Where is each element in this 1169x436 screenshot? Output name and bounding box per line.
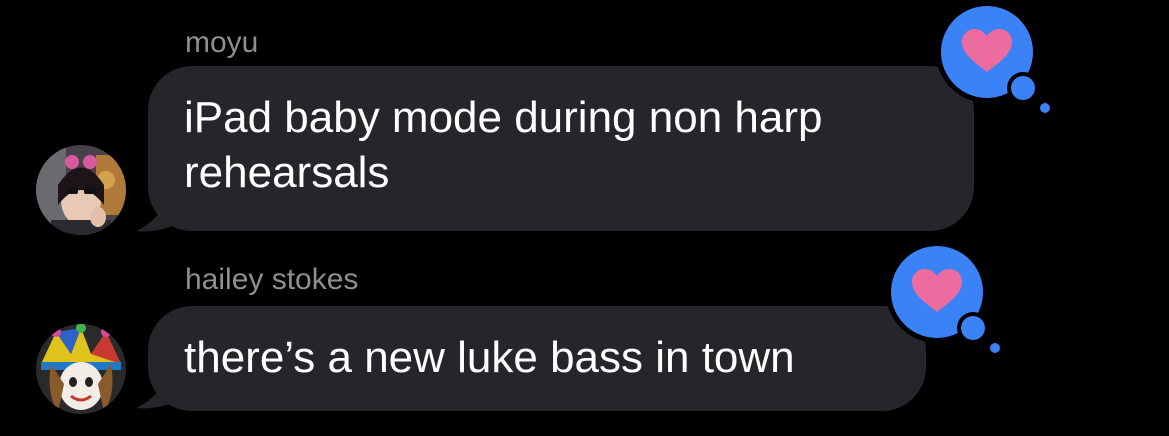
avatar-photo [36, 145, 126, 235]
message-group-hailey-stokes: hailey stokes there’s a new luke bass in… [0, 240, 1169, 436]
avatar-photo [36, 324, 126, 414]
tapback-reaction[interactable] [885, 240, 1005, 360]
message-text-line: iPad baby mode during non harp [184, 93, 823, 142]
sender-name: moyu [185, 26, 259, 59]
message-bubble[interactable]: there’s a new luke bass in town [148, 306, 926, 411]
avatar[interactable] [36, 324, 126, 414]
message-bubble[interactable]: iPad baby mode during non harp rehearsal… [148, 66, 974, 231]
tapback-reaction[interactable] [935, 0, 1055, 120]
avatar[interactable] [36, 145, 126, 235]
sender-name: hailey stokes [185, 263, 359, 296]
message-text-line: rehearsals [184, 148, 390, 197]
message-group-moyu: moyu iPad baby mode during non harp rehe… [0, 0, 1169, 240]
message-text-line: there’s a new luke bass in town [184, 333, 795, 382]
